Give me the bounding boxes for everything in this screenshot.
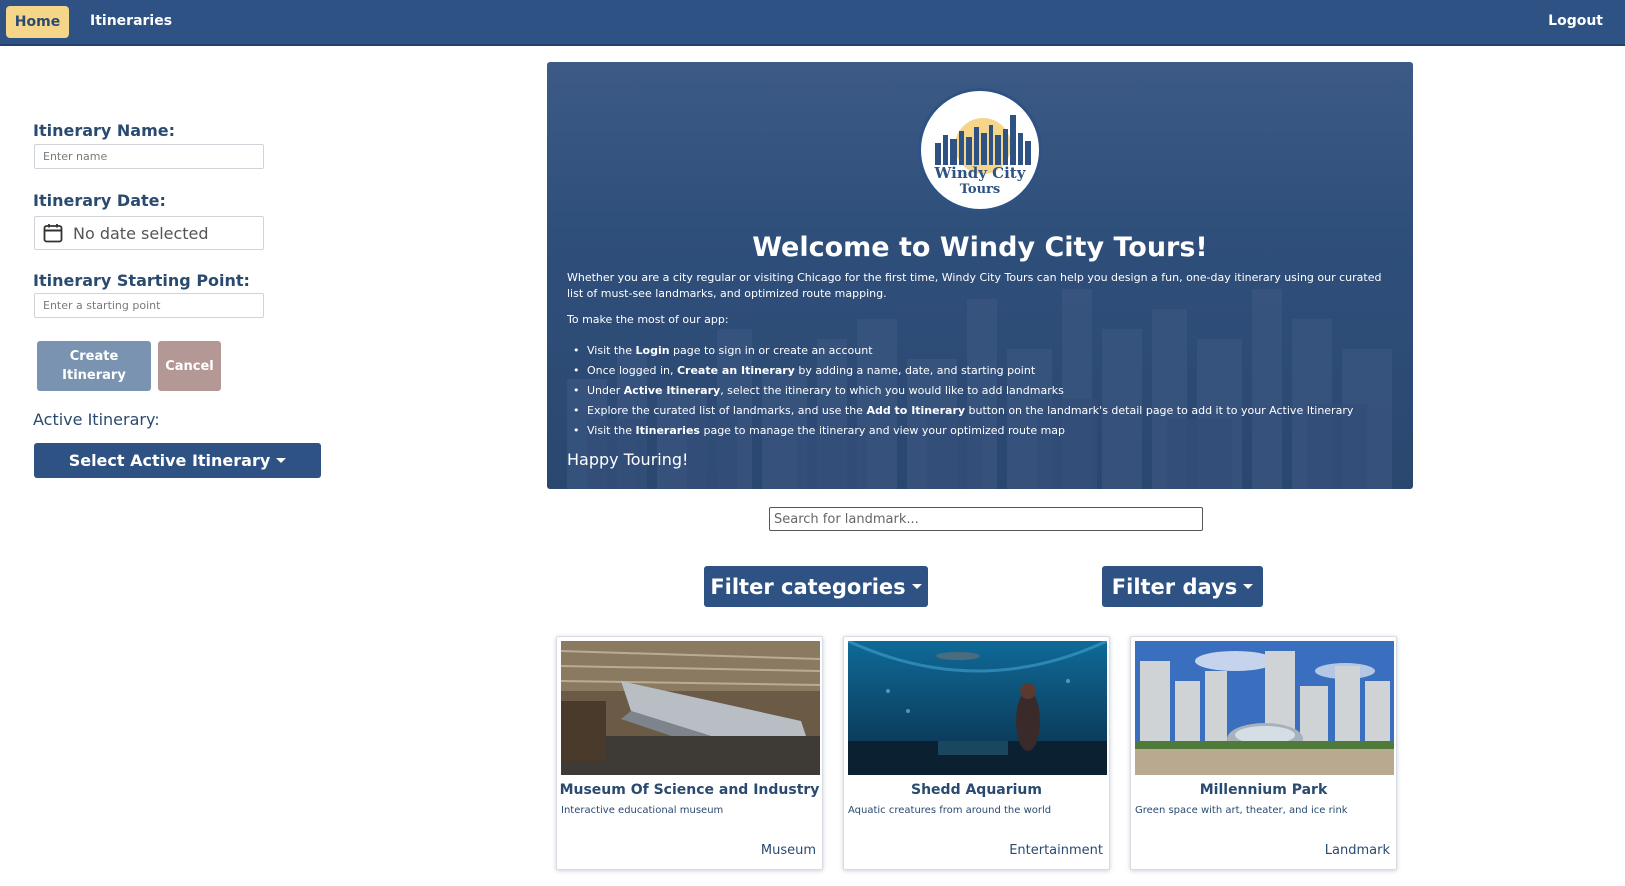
card-title: Millennium Park [1199, 782, 1328, 798]
millennium-park-photo [1135, 641, 1394, 775]
card-category: Landmark [1324, 843, 1390, 858]
create-button-line2: Itinerary [62, 368, 126, 383]
hero-step: Visit the Itineraries page to manage the… [567, 421, 1353, 441]
card-title: Shedd Aquarium [911, 782, 1042, 798]
nav-home-link[interactable]: Home [6, 6, 69, 38]
card-category: Entertainment [1009, 843, 1103, 858]
itinerary-start-input[interactable] [34, 293, 264, 318]
filter-categories-dropdown[interactable]: Filter categories [704, 566, 928, 607]
select-active-itinerary-dropdown[interactable]: Select Active Itinerary [34, 443, 321, 478]
hero-step: Under Active Itinerary, select the itine… [567, 381, 1353, 401]
nav-itineraries-link[interactable]: Itineraries [90, 13, 172, 29]
itinerary-name-label: Itinerary Name: [33, 121, 176, 140]
hero-intro: Whether you are a city regular or visiti… [567, 271, 1382, 300]
filter-days-label: Filter days [1111, 574, 1238, 599]
caret-down-icon [1243, 584, 1254, 589]
create-button-line1: Create [69, 349, 119, 364]
filter-categories-label: Filter categories [710, 574, 906, 599]
active-itinerary-label: Active Itinerary: [33, 410, 160, 429]
filter-days-dropdown[interactable]: Filter days [1102, 566, 1263, 607]
welcome-hero: Windy City Tours Welcome to Windy City T… [547, 62, 1413, 489]
hero-step: Once logged in, Create an Itinerary by a… [567, 361, 1353, 381]
hero-steps-list: Visit the Login page to sign in or creat… [567, 341, 1353, 441]
logo-line2: Tours [959, 182, 1001, 197]
hero-step: Explore the curated list of landmarks, a… [567, 401, 1353, 421]
select-active-label: Select Active Itinerary [68, 451, 271, 470]
itinerary-date-label: Itinerary Date: [33, 191, 166, 210]
hero-happy-touring: Happy Touring! [567, 450, 689, 469]
nav-logout-link[interactable]: Logout [1548, 13, 1603, 29]
aquarium-photo [848, 641, 1107, 775]
landmark-card[interactable]: Millennium Park Green space with art, th… [1130, 636, 1397, 870]
caret-down-icon [911, 584, 922, 589]
landmark-card[interactable]: Shedd Aquarium Aquatic creatures from ar… [843, 636, 1110, 870]
museum-photo [561, 641, 820, 775]
hero-title: Welcome to Windy City Tours! [752, 232, 1208, 263]
itinerary-date-picker[interactable]: No date selected [34, 216, 264, 250]
itinerary-start-label: Itinerary Starting Point: [33, 271, 250, 290]
itinerary-name-input[interactable] [34, 144, 264, 169]
landmark-card[interactable]: Museum Of Science and Industry Interacti… [556, 636, 823, 870]
hero-make-most: To make the most of our app: [567, 313, 729, 326]
card-title: Museum Of Science and Industry [559, 782, 820, 798]
card-description: Aquatic creatures from around the world [848, 805, 1052, 816]
windy-city-tours-logo: Windy City Tours [918, 88, 1042, 212]
date-value: No date selected [73, 223, 209, 243]
logo-line1: Windy City [934, 164, 1026, 182]
cancel-button[interactable]: Cancel [158, 341, 221, 391]
card-category: Museum [760, 843, 816, 858]
caret-down-icon [276, 458, 287, 463]
card-description: Green space with art, theater, and ice r… [1135, 805, 1348, 816]
hero-step: Visit the Login page to sign in or creat… [567, 341, 1353, 361]
calendar-icon [43, 224, 63, 243]
top-navbar: Home Itineraries Logout [0, 0, 1625, 46]
create-itinerary-button[interactable]: Create Itinerary [37, 341, 151, 391]
card-description: Interactive educational museum [561, 805, 724, 816]
landmark-search-input[interactable] [769, 507, 1203, 531]
